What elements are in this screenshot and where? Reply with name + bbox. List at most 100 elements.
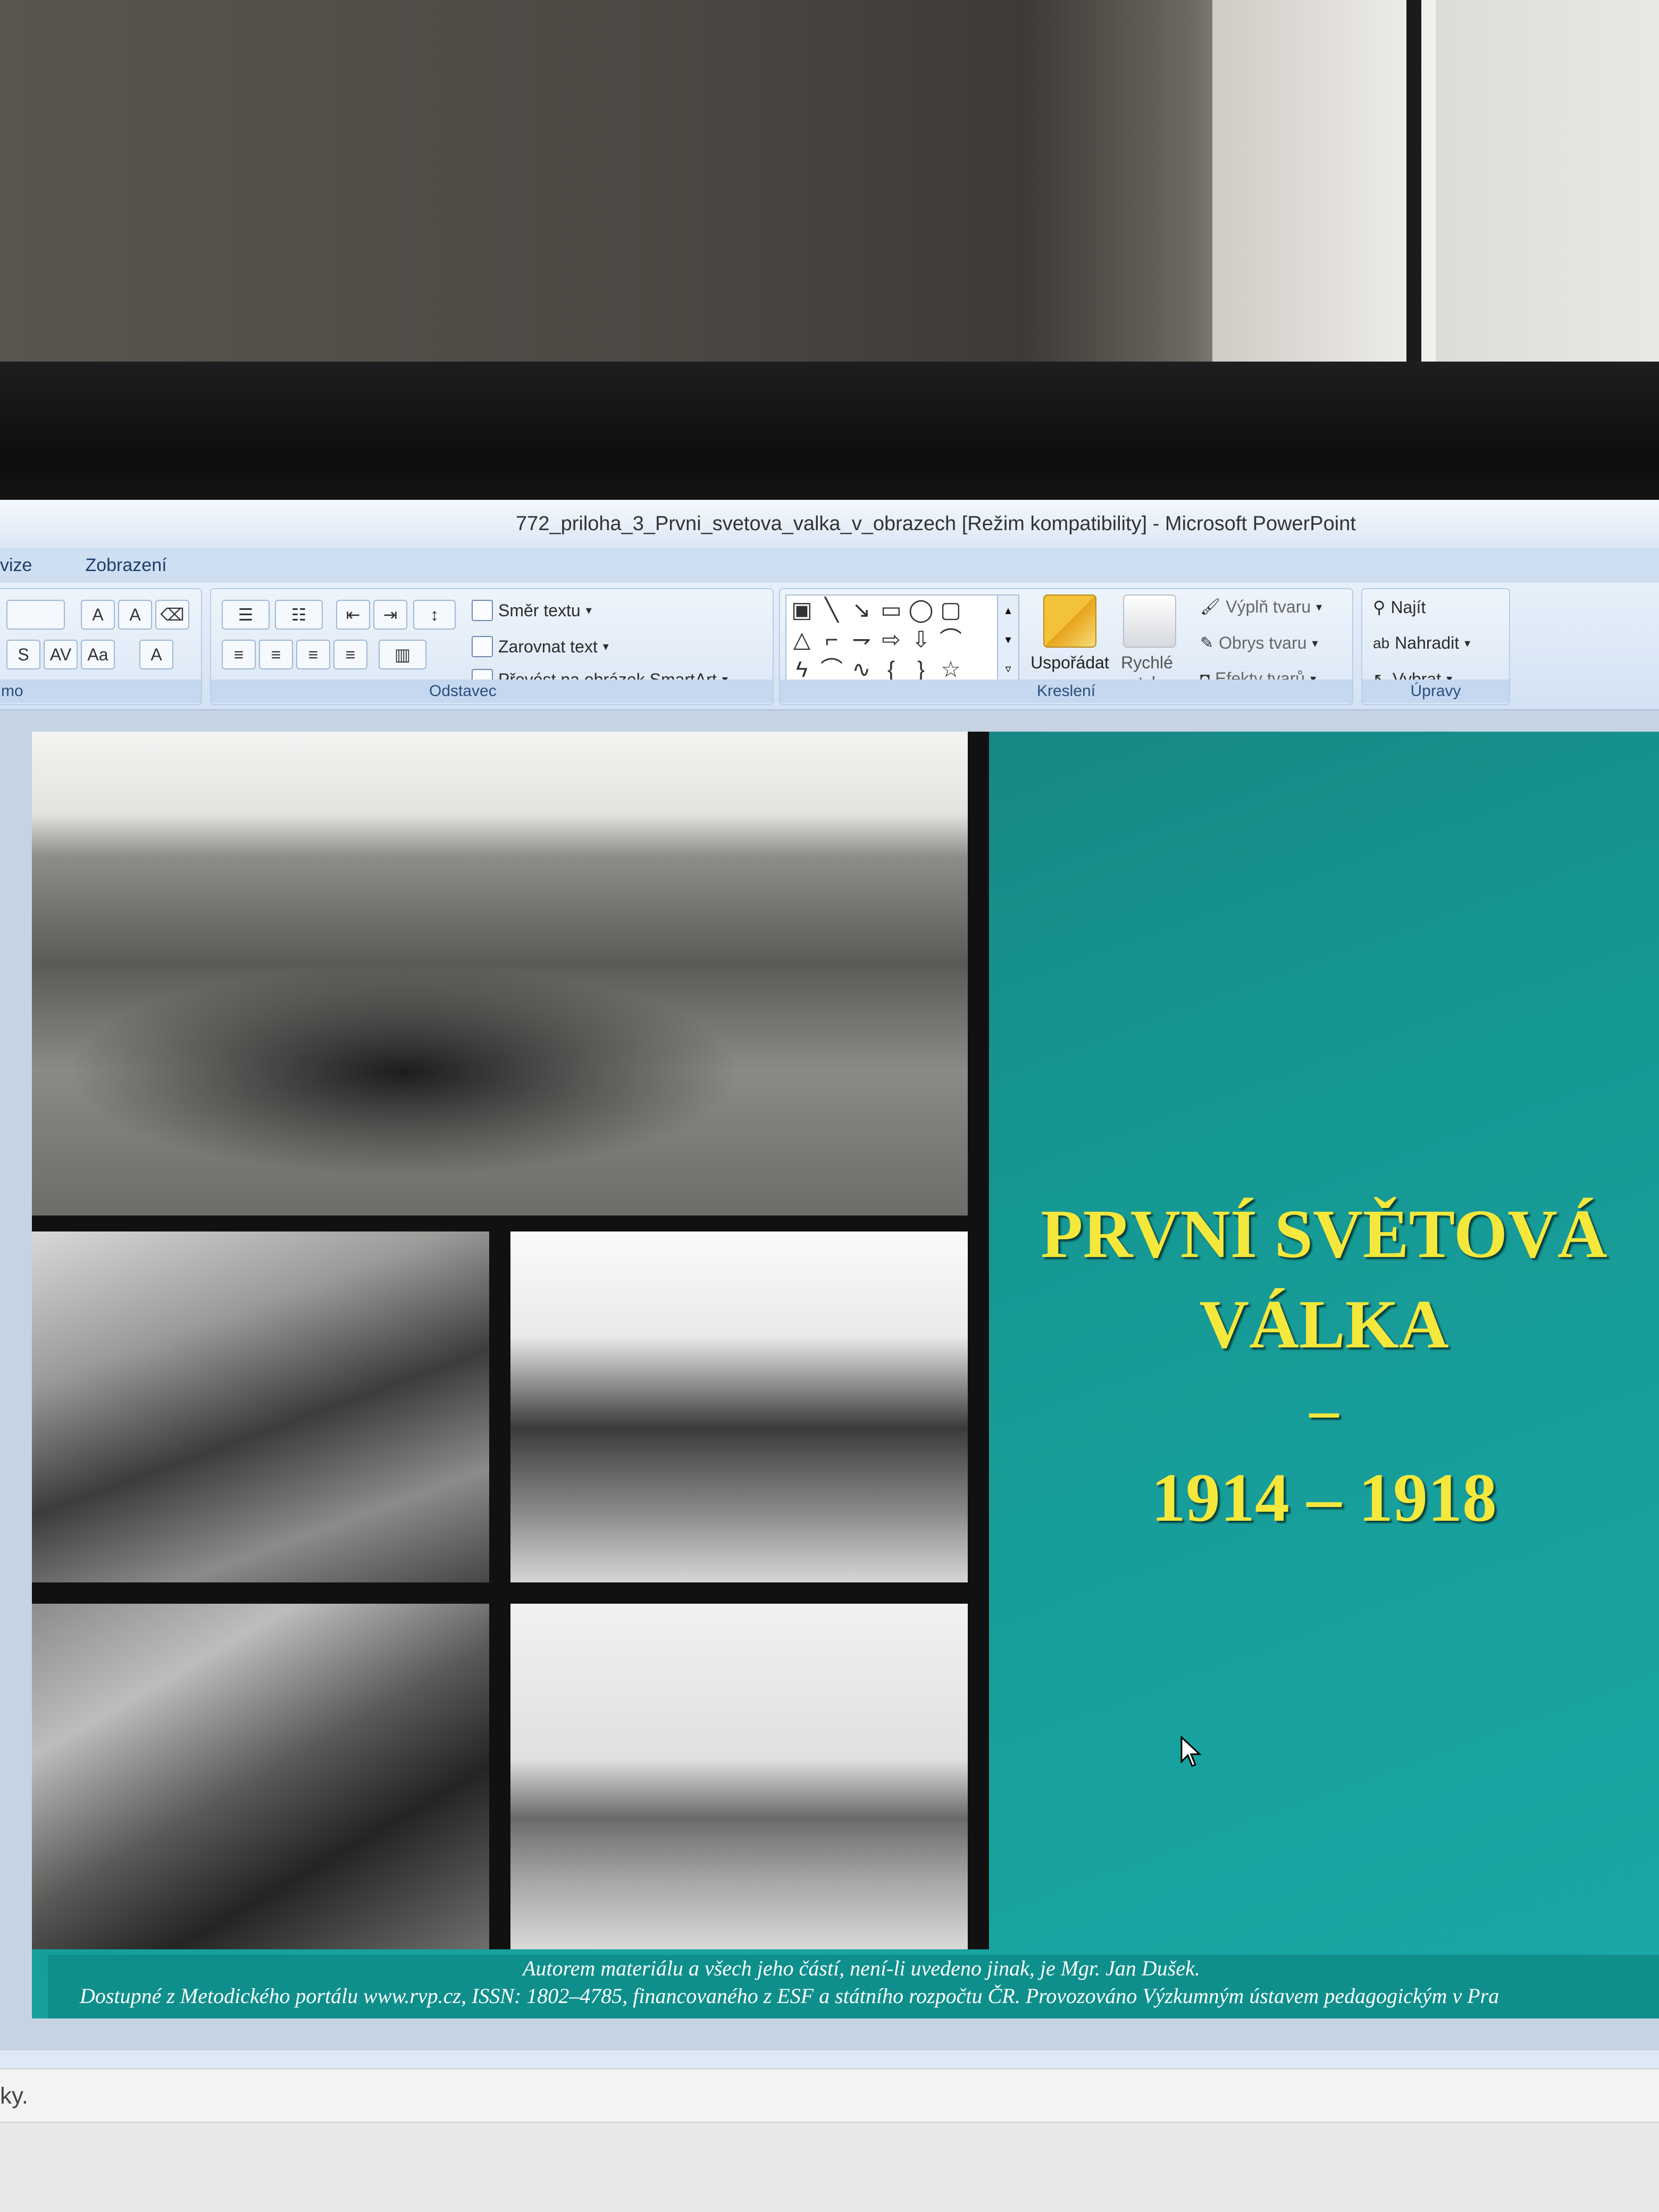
shape-outline-label: Obrys tvaru xyxy=(1219,633,1307,652)
title-line-1: PRVNÍ SVĚTOVÁ xyxy=(1041,1196,1607,1272)
justify-button[interactable]: ≡ xyxy=(333,640,367,669)
powerpoint-window: 772_priloha_3_Prvni_svetova_valka_v_obra… xyxy=(0,500,1659,2212)
title-bar: 772_priloha_3_Prvni_svetova_valka_v_obra… xyxy=(0,500,1659,548)
chevron-down-icon: ▾ xyxy=(602,640,609,653)
quick-styles-label-1: Rychlé xyxy=(1121,653,1173,672)
oval-shape-icon[interactable]: ◯ xyxy=(908,597,934,623)
shape-fill-label: Výplň tvaru xyxy=(1226,597,1311,616)
font-group-label: mo xyxy=(0,680,201,703)
textbox-shape-icon[interactable]: ▣ xyxy=(789,597,815,623)
increase-indent-button[interactable]: ⇥ xyxy=(373,600,407,630)
biplanes-photo xyxy=(32,1231,489,1582)
replace-label: Nahradit xyxy=(1395,633,1460,652)
monitor-bezel xyxy=(0,362,1659,505)
numbering-button[interactable]: ☷ xyxy=(275,600,323,630)
rectangle-shape-icon[interactable]: ▭ xyxy=(878,597,904,623)
title-line-2: VÁLKA xyxy=(1199,1286,1449,1363)
battleship-photo xyxy=(510,1604,968,1949)
room-door xyxy=(1212,0,1436,383)
right-arrow-shape-icon[interactable]: ⇨ xyxy=(878,626,904,653)
shape-outline-button[interactable]: ✎ Obrys tvaru ▾ xyxy=(1200,633,1318,653)
status-bar xyxy=(0,2122,1659,2212)
machine-gun-photo xyxy=(32,1604,489,1949)
right-brace-shape-icon[interactable]: } xyxy=(908,656,934,683)
slide-footer: Autorem materiálu a všech jeho částí, ne… xyxy=(48,1955,1659,2018)
curve-shape-icon[interactable]: ∿ xyxy=(848,656,875,683)
arrange-label: Uspořádat xyxy=(1030,653,1109,672)
find-button[interactable]: ⚲ Najít xyxy=(1373,597,1426,617)
font-color-button[interactable]: A xyxy=(139,640,173,669)
align-text-label: Zarovnat text xyxy=(498,636,598,656)
line-spacing-button[interactable]: ↕ xyxy=(413,600,456,630)
grow-font-button[interactable]: A xyxy=(81,600,115,630)
star-shape-icon[interactable]: ☆ xyxy=(937,656,964,683)
find-label: Najít xyxy=(1390,597,1426,617)
chevron-down-icon: ▾ xyxy=(1312,636,1318,650)
footer-source: Dostupné z Metodického portálu www.rvp.c… xyxy=(80,1984,1499,2008)
shapes-gallery[interactable]: ▣ ╲ ↘ ▭ ◯ ▢ △ ⌐ ⇁ ⇨ ⇩ ⌒ ϟ ⌒ ∿ { } ☆ ▴ ▾ ▿ xyxy=(785,594,1019,685)
notes-text: ky. xyxy=(0,2083,28,2109)
shrink-font-button[interactable]: A xyxy=(118,600,152,630)
slide[interactable]: PRVNÍ SVĚTOVÁ VÁLKA – 1914 – 1918 Autore… xyxy=(32,732,1659,2018)
pencil-icon: ✎ xyxy=(1200,634,1214,652)
bullets-button[interactable]: ☰ xyxy=(222,600,270,630)
chevron-down-icon: ▾ xyxy=(1464,636,1471,650)
slide-canvas: PRVNÍ SVĚTOVÁ VÁLKA – 1914 – 1918 Autore… xyxy=(0,710,1659,2050)
replace-button[interactable]: ab Nahradit ▾ xyxy=(1373,633,1470,653)
left-brace-shape-icon[interactable]: { xyxy=(878,656,904,683)
arrow-line-shape-icon[interactable]: ↘ xyxy=(848,597,875,623)
columns-button[interactable]: ▥ xyxy=(379,640,426,669)
down-arrow-shape-icon[interactable]: ⇩ xyxy=(908,626,934,653)
room-post xyxy=(1406,0,1421,383)
editing-group-label: Úpravy xyxy=(1362,680,1509,703)
shadow-button[interactable]: S xyxy=(6,640,40,669)
ribbon-tabs: vize Zobrazení xyxy=(0,548,1659,583)
rounded-rect-shape-icon[interactable]: ▢ xyxy=(937,597,964,623)
font-size-box[interactable] xyxy=(6,600,65,630)
elbow-arrow-icon[interactable]: ⇁ xyxy=(848,626,875,653)
drawing-group-label: Kreslení xyxy=(780,680,1352,703)
title-years: 1914 – 1918 xyxy=(1151,1460,1497,1536)
photo-collage xyxy=(32,732,989,1949)
change-case-button[interactable]: Aa xyxy=(81,640,115,669)
quick-styles-icon xyxy=(1123,594,1176,648)
footer-author: Autorem materiálu a všech jeho částí, ne… xyxy=(523,1956,1200,1980)
notes-pane[interactable]: ky. xyxy=(0,2068,1659,2122)
text-direction-button[interactable]: Směr textu ▾ xyxy=(472,600,592,621)
paint-bucket-icon: 🖌 xyxy=(1200,598,1221,616)
window-title: 772_priloha_3_Prvni_svetova_valka_v_obra… xyxy=(516,512,1356,535)
editing-group: ⚲ Najít ab Nahradit ▾ ↖ Vybrat ▾ Úpravy xyxy=(1361,588,1510,705)
gallery-scroll[interactable]: ▴ ▾ ▿ xyxy=(997,596,1018,684)
arrange-button[interactable]: Uspořádat xyxy=(1030,594,1110,685)
arc-shape-icon[interactable]: ⌒ xyxy=(818,656,845,683)
ribbon: A A ⌫ S AV Aa A mo ☰ ☷ ⇤ ⇥ ↕ ≡ ≡ ≡ ≡ ▥ S… xyxy=(0,583,1659,710)
triangle-shape-icon[interactable]: △ xyxy=(789,626,815,653)
paragraph-group-label: Odstavec xyxy=(211,680,773,703)
freeform-shape-icon[interactable]: ⌒ xyxy=(937,626,964,653)
align-text-button[interactable]: Zarovnat text ▾ xyxy=(472,636,609,657)
lightning-shape-icon[interactable]: ϟ xyxy=(789,656,815,683)
chevron-down-icon: ▾ xyxy=(585,604,592,617)
tab-review[interactable]: vize xyxy=(0,555,53,576)
slide-title[interactable]: PRVNÍ SVĚTOVÁ VÁLKA – 1914 – 1918 xyxy=(989,1189,1659,1543)
binoculars-icon: ⚲ xyxy=(1373,598,1386,617)
decrease-indent-button[interactable]: ⇤ xyxy=(336,600,370,630)
tank-photo xyxy=(510,1231,968,1582)
elbow-connector-icon[interactable]: ⌐ xyxy=(818,626,845,653)
text-direction-label: Směr textu xyxy=(498,600,581,620)
char-spacing-button[interactable]: AV xyxy=(44,640,78,669)
align-center-button[interactable]: ≡ xyxy=(259,640,293,669)
text-direction-icon xyxy=(472,600,493,621)
chevron-down-icon: ▾ xyxy=(1316,600,1322,614)
shape-fill-button[interactable]: 🖌 Výplň tvaru ▾ xyxy=(1200,597,1322,617)
line-shape-icon[interactable]: ╲ xyxy=(818,597,845,623)
replace-icon: ab xyxy=(1373,634,1390,651)
align-left-button[interactable]: ≡ xyxy=(222,640,256,669)
align-right-button[interactable]: ≡ xyxy=(296,640,330,669)
tab-view[interactable]: Zobrazení xyxy=(85,555,188,576)
clear-format-button[interactable]: ⌫ xyxy=(155,600,189,630)
drawing-group: ▣ ╲ ↘ ▭ ◯ ▢ △ ⌐ ⇁ ⇨ ⇩ ⌒ ϟ ⌒ ∿ { } ☆ ▴ ▾ ▿ xyxy=(779,588,1353,705)
trench-photo xyxy=(32,732,968,1216)
align-text-icon xyxy=(472,636,493,657)
arrange-icon xyxy=(1043,594,1096,648)
